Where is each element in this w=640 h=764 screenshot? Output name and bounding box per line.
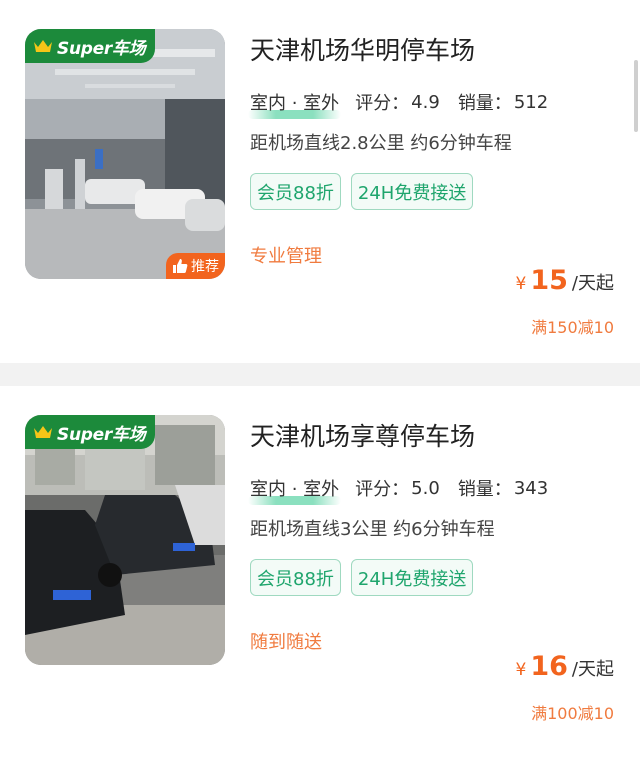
tag-list: 会员88折 24H免费接送 bbox=[250, 173, 474, 210]
sales-label: 销量： bbox=[457, 93, 512, 114]
currency-symbol: ¥ bbox=[515, 274, 527, 294]
parking-title[interactable]: 天津机场享尊停车场 bbox=[250, 417, 475, 453]
super-lot-badge: Super车场 bbox=[25, 29, 156, 63]
rating-value: 4.9 bbox=[411, 91, 440, 113]
crown-icon bbox=[34, 40, 52, 52]
super-badge-label: Super车场 bbox=[57, 424, 146, 445]
shuttle-tag: 24H免费接送 bbox=[350, 559, 474, 596]
parking-meta: 室内 · 室外 评分： 5.0 销量： 343 bbox=[248, 475, 549, 505]
parking-meta: 室内 · 室外 评分： 4.9 销量： 512 bbox=[248, 89, 549, 119]
crown-icon bbox=[34, 426, 52, 438]
distance-info: 距机场直线3公里 约6分钟车程 bbox=[250, 519, 495, 540]
location-type: 室内 · 室外 bbox=[248, 89, 342, 119]
currency-symbol: ¥ bbox=[515, 660, 527, 680]
super-lot-badge: Super车场 bbox=[25, 415, 156, 449]
price: ¥ 16 /天起 bbox=[516, 651, 614, 682]
price-unit: /天起 bbox=[571, 273, 614, 294]
feature-text: 专业管理 bbox=[250, 246, 322, 267]
shuttle-tag: 24H免费接送 bbox=[350, 173, 474, 210]
discount-text: 满150减10 bbox=[531, 318, 614, 337]
parking-photo[interactable]: Super车场 推荐 bbox=[25, 29, 225, 279]
parking-title[interactable]: 天津机场华明停车场 bbox=[250, 31, 475, 67]
parking-photo[interactable]: Super车场 bbox=[25, 415, 225, 665]
parking-card[interactable]: Super车场 推荐 天津机场华明停车场 室内 · 室外 评分： 4.9 销量：… bbox=[0, 0, 640, 363]
sales-value: 343 bbox=[513, 477, 549, 499]
location-type: 室内 · 室外 bbox=[248, 475, 342, 505]
recommend-badge: 推荐 bbox=[166, 253, 225, 279]
price-unit: /天起 bbox=[571, 659, 614, 680]
parking-card[interactable]: Super车场 天津机场享尊停车场 室内 · 室外 评分： 5.0 销量： 34… bbox=[0, 386, 640, 764]
discount-text: 满100减10 bbox=[531, 704, 614, 723]
member-discount-tag: 会员88折 bbox=[250, 559, 341, 596]
rating-label: 评分： bbox=[355, 479, 410, 500]
sales-label: 销量： bbox=[457, 479, 512, 500]
thumbs-up-icon bbox=[173, 259, 188, 273]
price: ¥ 15 /天起 bbox=[516, 265, 614, 296]
super-badge-label: Super车场 bbox=[57, 38, 146, 59]
feature-text: 随到随送 bbox=[250, 632, 322, 653]
recommend-label: 推荐 bbox=[191, 259, 219, 275]
price-amount: 16 bbox=[530, 651, 568, 682]
rating-label: 评分： bbox=[355, 93, 410, 114]
member-discount-tag: 会员88折 bbox=[250, 173, 341, 210]
scrollbar[interactable] bbox=[634, 60, 638, 132]
rating-value: 5.0 bbox=[411, 477, 440, 499]
sales-value: 512 bbox=[513, 91, 549, 113]
garage-image bbox=[25, 29, 225, 279]
distance-info: 距机场直线2.8公里 约6分钟车程 bbox=[250, 133, 512, 154]
price-amount: 15 bbox=[530, 265, 568, 296]
garage-image bbox=[25, 415, 225, 665]
tag-list: 会员88折 24H免费接送 bbox=[250, 559, 474, 596]
